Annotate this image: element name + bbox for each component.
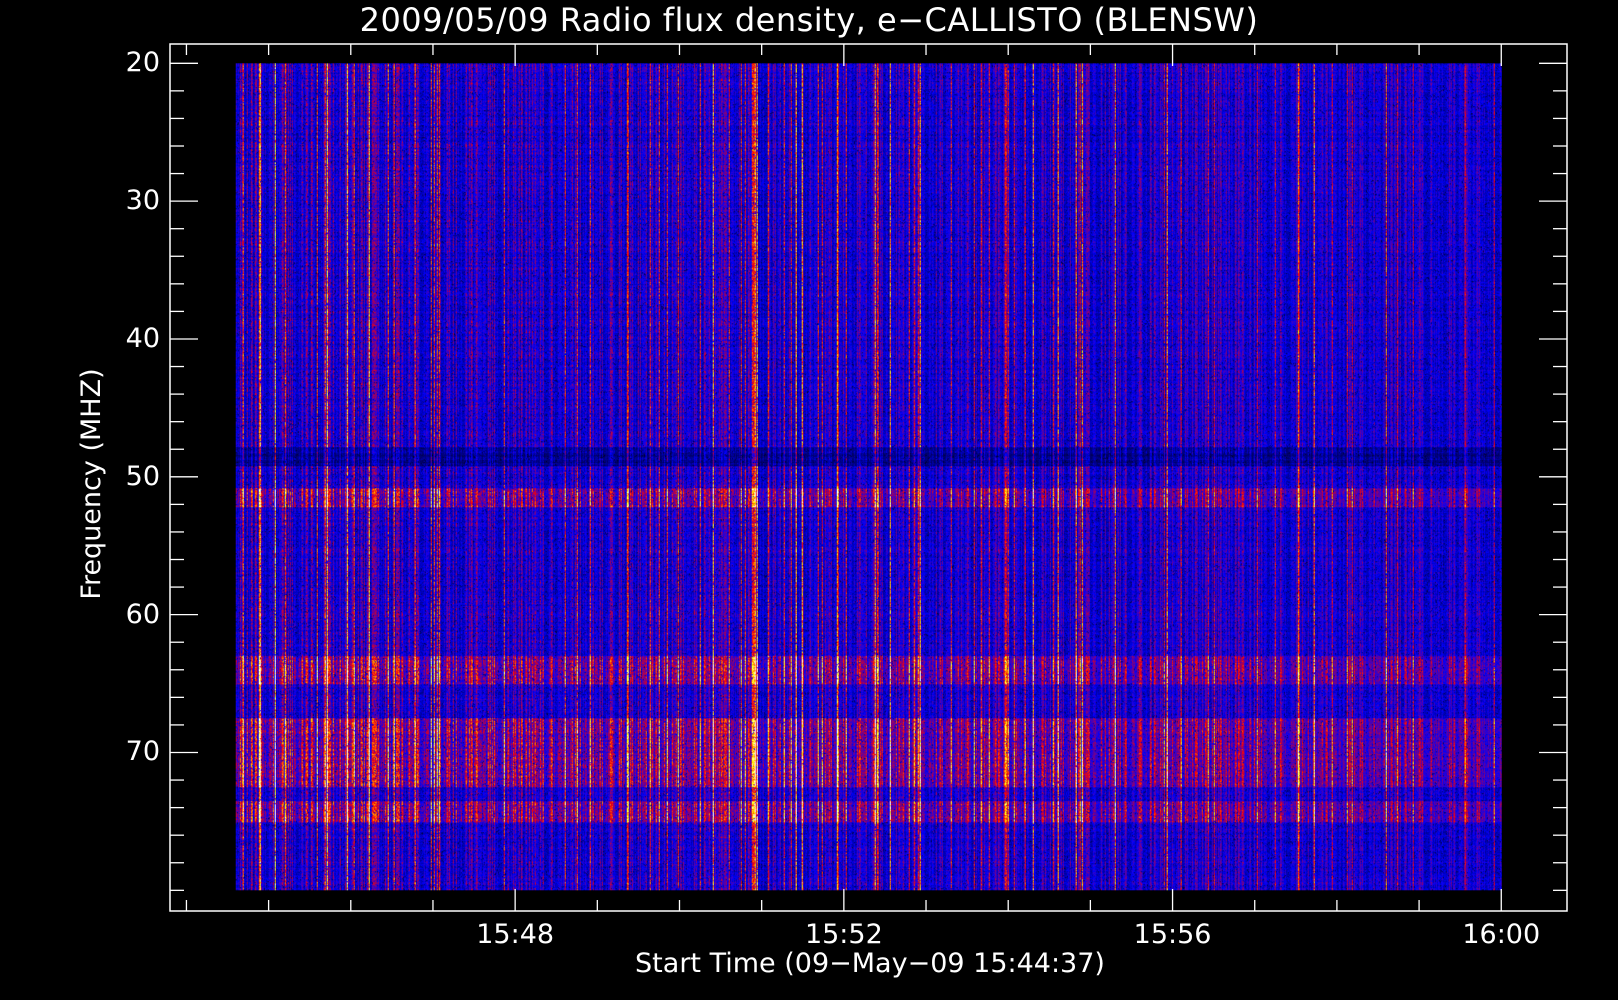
y-tick-label: 70 xyxy=(125,736,160,768)
y-tick-label: 50 xyxy=(125,460,160,492)
chart-title: 2009/05/09 Radio flux density, e−CALLIST… xyxy=(359,1,1259,39)
y-tick-label: 20 xyxy=(125,47,160,79)
x-tick-label: 15:52 xyxy=(804,919,883,950)
y-tick-label: 60 xyxy=(125,598,160,630)
x-tick-label: 15:48 xyxy=(476,919,555,950)
spectrogram-chart xyxy=(0,0,1618,1000)
x-axis-label: Start Time (09−May−09 15:44:37) xyxy=(635,948,1105,979)
x-tick-label: 16:00 xyxy=(1462,919,1541,950)
y-tick-label: 30 xyxy=(125,185,160,217)
y-tick-label: 40 xyxy=(125,322,160,354)
x-tick-label: 15:56 xyxy=(1133,919,1212,950)
spectrogram-image xyxy=(235,63,1502,891)
heatmap-layer xyxy=(235,63,1502,891)
